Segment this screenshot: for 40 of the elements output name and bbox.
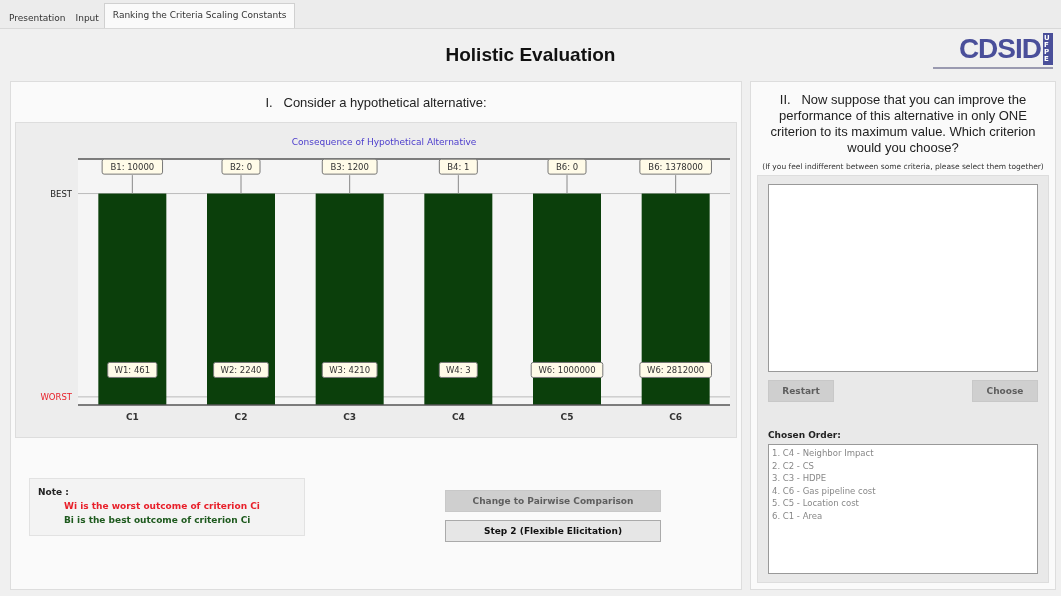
page-title: Holistic Evaluation bbox=[445, 44, 616, 66]
chart-title: Consequence of Hypothetical Alternative bbox=[291, 137, 477, 147]
order-item: 4. C6 - Gas pipeline cost bbox=[772, 484, 877, 497]
tab[interactable]: Presentation bbox=[4, 8, 71, 28]
order-item: 6. C1 - Area bbox=[772, 509, 824, 522]
value-label: W6: 1000000 bbox=[530, 361, 604, 378]
value-label: W3: 4210 bbox=[321, 361, 378, 378]
order-item: 2. C2 - CS bbox=[772, 459, 815, 472]
criteria-list[interactable] bbox=[768, 184, 1038, 372]
value-label: B1: 10000 bbox=[101, 158, 164, 195]
note-label: Note : bbox=[38, 487, 70, 497]
x-tick-label: C2 bbox=[234, 412, 248, 422]
tab[interactable]: Ranking the Criteria Scaling Constants bbox=[103, 3, 296, 28]
x-tick-label: C6 bbox=[669, 412, 683, 422]
x-tick-label: C4 bbox=[451, 412, 465, 422]
value-label: W6: 2812000 bbox=[639, 361, 712, 378]
note-text: Wi is the worst outcome of criterion Ci bbox=[63, 501, 261, 511]
value-label: W2: 2240 bbox=[213, 361, 269, 378]
x-tick-label: C1 bbox=[125, 412, 139, 422]
y-tick-label: WORST bbox=[40, 391, 72, 402]
value-label: W4: 3 bbox=[438, 361, 478, 378]
value-label: B6: 1378000 bbox=[639, 158, 712, 195]
value-label: B2: 0 bbox=[221, 158, 261, 195]
x-tick-label: C5 bbox=[560, 412, 574, 422]
value-label: W1: 461 bbox=[107, 361, 158, 378]
order-item: 1. C4 - Neighbor Impact bbox=[772, 447, 875, 460]
action-button[interactable]: Step 2 (Flexible Elicitation) bbox=[445, 520, 661, 542]
y-tick-label: BEST bbox=[50, 188, 72, 199]
value-label: B3: 1200 bbox=[321, 158, 378, 195]
order-item: 5. C5 - Location cost bbox=[772, 497, 860, 510]
value-label: B4: 1 bbox=[438, 158, 478, 195]
order-item: 3. C3 - HDPE bbox=[772, 472, 828, 485]
logo: CDSID bbox=[958, 34, 1041, 64]
order-label: Chosen Order: bbox=[768, 430, 842, 440]
x-tick-label: C3 bbox=[343, 412, 357, 422]
tab[interactable]: Input bbox=[70, 8, 104, 28]
note-text: Bi is the best outcome of criterion Ci bbox=[63, 515, 252, 525]
section-heading: II. Now suppose that you can improve the performance of this alternative in only ONE criterion to its maximum value. Which criterion would you choose? bbox=[769, 92, 1037, 156]
section-heading: I. Consider a hypothetical alternative: bbox=[264, 94, 488, 112]
value-label: B6: 0 bbox=[547, 158, 587, 195]
